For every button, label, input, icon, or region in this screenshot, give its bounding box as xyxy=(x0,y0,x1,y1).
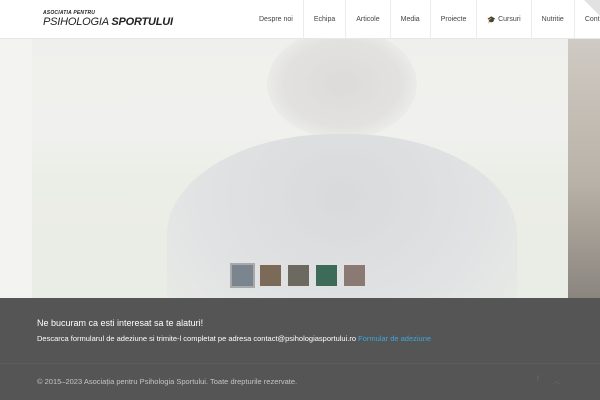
nav-item-label: Cursuri xyxy=(498,16,521,23)
nav-item-label: Contact xyxy=(584,16,600,23)
signup-title: Ne bucuram ca esti interesat sa te alatu… xyxy=(37,318,204,328)
nav-item-label: Articole xyxy=(356,16,380,23)
signup-instructions: Descarca formularul de adeziune si trimi… xyxy=(37,334,359,343)
site-logo[interactable]: ASOCIATIA PENTRU PSIHOLOGIA SPORTULUI xyxy=(43,10,173,30)
nav-item-nutritie[interactable]: Nutritie xyxy=(530,0,574,39)
nav-item-label: Despre noi xyxy=(259,16,293,23)
site-footer: © 2015–2023 Asociația pentru Psihologia … xyxy=(0,364,600,400)
nav-item-cursuri[interactable]: 🎓 Cursuri xyxy=(476,0,530,39)
facebook-icon[interactable]: f xyxy=(537,376,539,386)
slider-thumbnail[interactable] xyxy=(230,263,255,288)
nav-item-label: Nutritie xyxy=(541,16,564,23)
slider-thumbnail[interactable] xyxy=(286,263,311,288)
nav-item-label: Echipa xyxy=(313,16,336,23)
graduation-cap-icon: 🎓 xyxy=(487,16,497,24)
signup-text: Descarca formularul de adeziune si trimi… xyxy=(37,334,431,343)
nav-item-articole[interactable]: Articole xyxy=(345,0,389,39)
slider-thumbnail[interactable] xyxy=(314,263,339,288)
nav-item-media[interactable]: Media xyxy=(389,0,430,39)
nav-item-proiecte[interactable]: Proiecte xyxy=(429,0,477,39)
slider-prev-slide-edge xyxy=(0,39,32,298)
footer-icons: f ︿ xyxy=(537,376,560,386)
site-header: ASOCIATIA PENTRU PSIHOLOGIA SPORTULUI De… xyxy=(0,0,600,39)
membership-form-link[interactable]: Formular de adeziune xyxy=(358,334,431,343)
scroll-to-top-icon[interactable]: ︿ xyxy=(553,376,560,386)
slider-thumbnail[interactable] xyxy=(342,263,367,288)
nav-item-echipa[interactable]: Echipa xyxy=(302,0,345,39)
slide-overlay xyxy=(32,39,568,298)
slider-next-slide-edge xyxy=(568,39,600,298)
nav-item-despre-noi[interactable]: Despre noi xyxy=(249,0,303,39)
logo-line-2: PSIHOLOGIA SPORTULUI xyxy=(43,16,173,28)
nav-item-label: Media xyxy=(400,16,420,23)
corner-toggle[interactable] xyxy=(584,0,600,16)
slider-thumbnails xyxy=(230,263,367,288)
signup-section: Ne bucuram ca esti interesat sa te alatu… xyxy=(0,298,600,364)
copyright-text: © 2015–2023 Asociația pentru Psihologia … xyxy=(37,377,298,386)
nav-item-label: Proiecte xyxy=(440,16,467,23)
main-nav: Despre noi Echipa Articole Media Proiecte 🎓 Cu… xyxy=(249,0,600,39)
slider-thumbnail[interactable] xyxy=(258,263,283,288)
hero-slider[interactable] xyxy=(32,39,568,298)
